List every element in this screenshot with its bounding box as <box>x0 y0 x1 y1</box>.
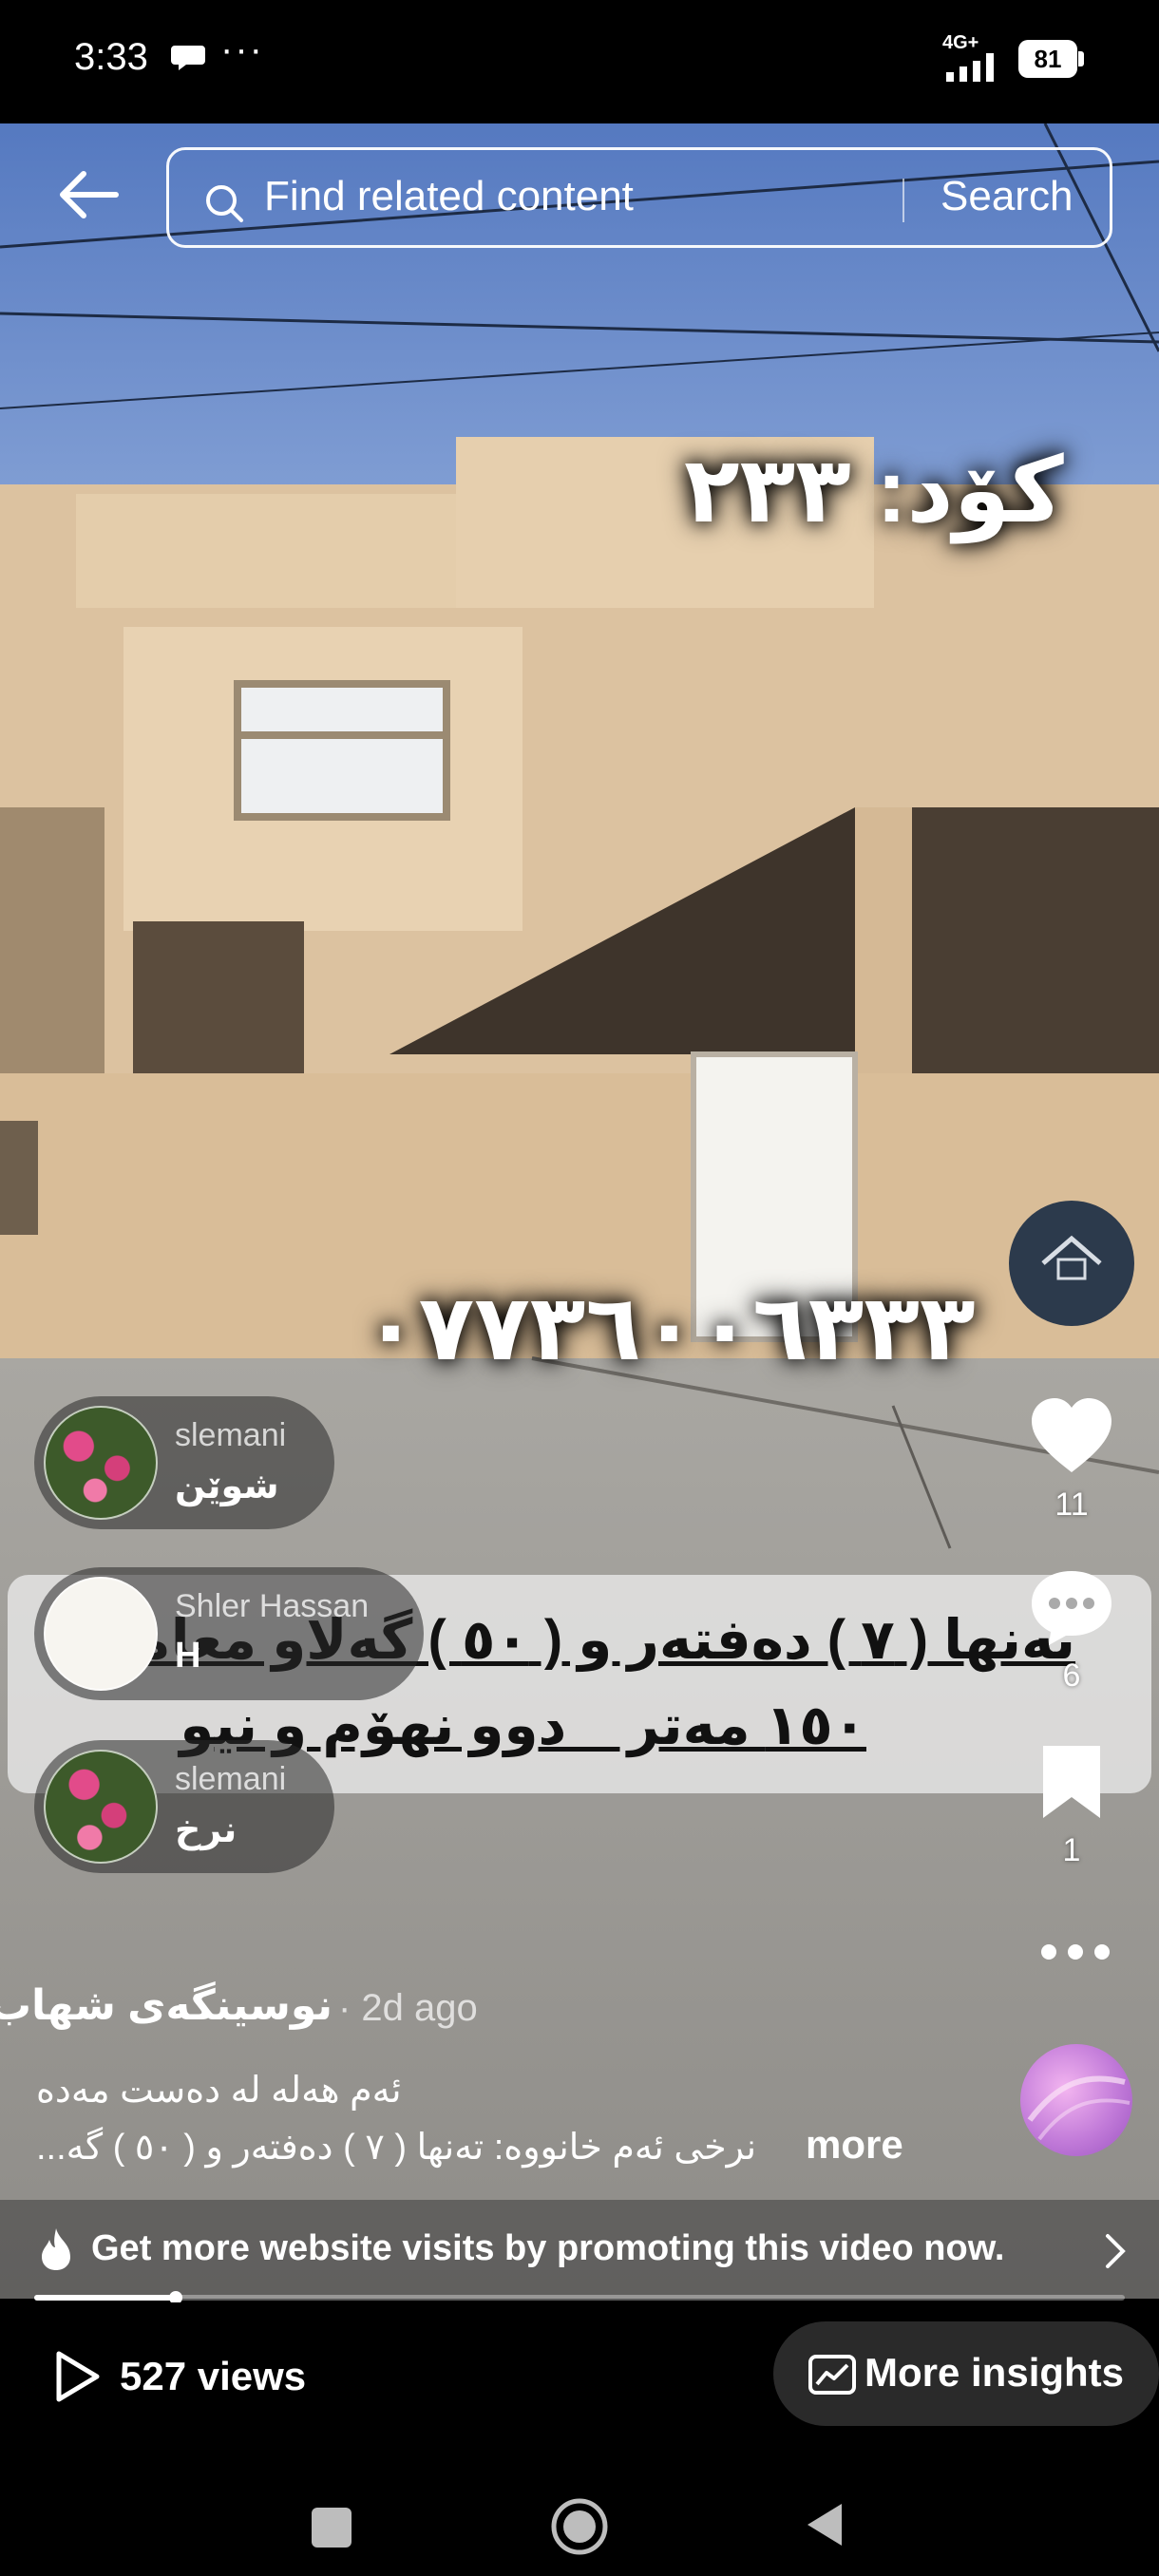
post-time: · 2d ago <box>338 1987 478 2029</box>
bottom-stats-bar: 527 views More insights <box>0 2302 1159 2454</box>
chevron-right-icon <box>1106 2234 1126 2268</box>
play-icon <box>56 2351 100 2402</box>
search-divider <box>902 179 904 222</box>
more-insights-button[interactable]: More insights <box>773 2321 1159 2426</box>
video-progress-bar[interactable] <box>34 2291 1125 2304</box>
comment-text: شوێن <box>175 1467 279 1506</box>
comment-button[interactable]: 6 <box>1015 1567 1129 1695</box>
back-arrow-icon[interactable] <box>55 166 122 223</box>
save-button[interactable]: 1 <box>1015 1742 1129 1869</box>
comment-count: 6 <box>1062 1657 1081 1694</box>
caption-line-2: نرخی ئەم خانووە: تەنها ( ٧ ) دەفتەر و ( … <box>36 2128 757 2168</box>
comment-bubble[interactable]: Shler Hassan H <box>34 1567 424 1700</box>
battery-icon: 81 <box>1018 40 1085 78</box>
house-logo-icon <box>1041 1235 1102 1280</box>
message-icon <box>171 46 205 70</box>
comment-username: slemani <box>175 1417 287 1453</box>
comment-username: Shler Hassan <box>175 1588 370 1624</box>
caption-line-1: ئەم هەلە لە دەست مەدە <box>36 2071 402 2111</box>
comment-username: slemani <box>175 1761 287 1797</box>
flame-icon <box>42 2228 70 2270</box>
promote-banner[interactable]: Get more website visits by promoting thi… <box>0 2200 1159 2299</box>
comment-text: نرخ <box>175 1810 238 1850</box>
more-insights-label: More insights <box>864 2350 1125 2395</box>
nav-back-icon[interactable] <box>804 2500 846 2549</box>
notification-more-indicator: ··· <box>220 28 264 70</box>
search-input[interactable]: Find related content <box>264 173 634 220</box>
music-disc-icon <box>1027 2075 1130 2141</box>
more-options-icon[interactable] <box>1037 1938 1113 1966</box>
avatar <box>44 1577 158 1691</box>
network-type-label: 4G+ <box>942 32 979 53</box>
views-count: 527 views <box>120 2354 307 2398</box>
save-count: 1 <box>1062 1832 1081 1868</box>
property-code-overlay: کۆد: ٢٣٣ <box>684 440 1064 541</box>
search-bar[interactable]: Find related content Search <box>166 147 1112 248</box>
status-time: 3:33 <box>74 36 148 78</box>
battery-level: 81 <box>1018 40 1077 78</box>
comment-text: H <box>175 1636 201 1676</box>
signal-icon: 4G+ <box>942 32 1007 82</box>
home-icon[interactable] <box>549 2496 610 2557</box>
recent-apps-icon[interactable] <box>312 2508 352 2548</box>
heart-icon <box>1032 1398 1112 1472</box>
like-count: 11 <box>1054 1487 1089 1523</box>
author-name[interactable]: نوسینگەی شهاب <box>0 1981 332 2030</box>
search-icon <box>206 185 243 222</box>
android-nav-bar <box>0 2454 1159 2576</box>
phone-number-overlay: ٠٧٧٣٦٠٠٦٣٣٣ <box>363 1278 976 1379</box>
avatar <box>44 1406 158 1520</box>
caption-more-link[interactable]: more <box>806 2122 903 2168</box>
comment-icon <box>1032 1571 1112 1645</box>
bookmark-icon <box>1043 1746 1100 1818</box>
insights-chart-icon <box>808 2355 856 2395</box>
comment-bubble[interactable]: slemani نرخ <box>34 1740 334 1873</box>
creator-avatar[interactable] <box>1009 1201 1134 1326</box>
like-button[interactable]: 11 <box>1015 1396 1129 1524</box>
progress-fill <box>34 2295 177 2301</box>
promote-text: Get more website visits by promoting thi… <box>91 2228 1005 2268</box>
avatar <box>44 1750 158 1864</box>
sound-disc[interactable] <box>1020 2044 1132 2156</box>
search-button[interactable]: Search <box>940 173 1073 220</box>
status-bar: 3:33 ··· 4G+ 81 <box>0 0 1159 123</box>
comment-bubble[interactable]: slemani شوێن <box>34 1396 334 1529</box>
